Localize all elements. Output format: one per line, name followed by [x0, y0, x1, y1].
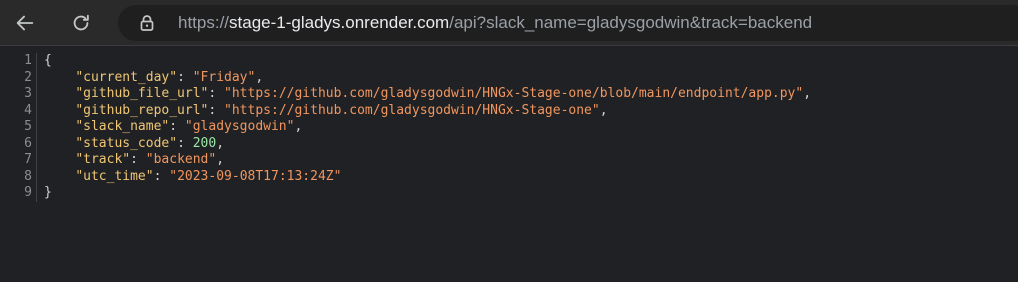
- json-comma: ,: [599, 102, 608, 118]
- url-scheme: https://: [178, 13, 230, 32]
- url-text[interactable]: https://stage-1-gladys.onrender.com/api?…: [178, 13, 812, 33]
- json-separator: :: [208, 86, 225, 101]
- json-value: 200: [192, 135, 217, 151]
- gutter-divider: [36, 168, 44, 185]
- json-separator: :: [208, 102, 225, 118]
- json-comma: ,: [255, 69, 264, 85]
- gutter-divider: [36, 119, 44, 136]
- gutter-divider: [36, 185, 44, 202]
- code-content: "slack_name": "gladysgodwin",: [44, 119, 302, 136]
- line-number: 1: [24, 53, 32, 68]
- reload-icon: [73, 14, 89, 31]
- address-bar[interactable]: https://stage-1-gladys.onrender.com/api?…: [118, 5, 1018, 41]
- code-line: 2 "current_day": "Friday",: [0, 69, 1018, 87]
- json-separator: :: [177, 69, 193, 85]
- close-brace: }: [44, 185, 52, 200]
- line-number: 8: [24, 168, 32, 184]
- arrow-left-icon: [16, 15, 34, 31]
- code-content: "status_code": 200,: [44, 136, 224, 153]
- json-key: "github_file_url": [75, 86, 209, 101]
- json-value: "https://github.com/gladysgodwin/HNGx-St…: [224, 102, 600, 118]
- json-comma: ,: [294, 119, 303, 134]
- code-content: {: [44, 53, 52, 70]
- line-number: 4: [24, 102, 32, 118]
- line-number: 5: [24, 119, 32, 134]
- code-line: 5 "slack_name": "gladysgodwin",: [0, 119, 1018, 136]
- url-host: stage-1-gladys.onrender.com: [229, 13, 450, 32]
- line-number: 7: [24, 152, 32, 167]
- gutter-divider: [36, 53, 44, 70]
- json-key: "status_code": [75, 135, 178, 151]
- code-content: "track": "backend",: [44, 152, 224, 169]
- code-line: 1{: [0, 53, 1018, 70]
- json-comma: ,: [803, 86, 812, 101]
- code-content: "current_day": "Friday",: [44, 70, 263, 87]
- gutter-divider: [36, 152, 44, 169]
- gutter-divider: [36, 135, 44, 152]
- code-content: "github_repo_url": "https://github.com/g…: [44, 102, 608, 120]
- json-viewer: 1{2 "current_day": "Friday", 3 "github_fi…: [0, 53, 1018, 202]
- json-value: "backend": [145, 152, 217, 167]
- json-key: "current_day": [75, 69, 178, 85]
- reload-button[interactable]: [65, 7, 97, 39]
- json-value: "Friday": [192, 69, 256, 85]
- line-number: 2: [24, 69, 32, 85]
- code-content: }: [44, 185, 52, 202]
- code-line: 7 "track": "backend",: [0, 152, 1018, 169]
- code-line: 3 "github_file_url": "https://github.com…: [0, 86, 1018, 103]
- open-brace: {: [44, 53, 52, 68]
- json-comma: ,: [216, 135, 225, 151]
- browser-toolbar: https://stage-1-gladys.onrender.com/api?…: [0, 0, 1018, 46]
- code-content: "github_file_url": "https://github.com/g…: [44, 86, 811, 103]
- json-comma: ,: [216, 152, 225, 167]
- url-path: /api?slack_name=gladysgodwin&track=backe…: [449, 13, 813, 32]
- line-number: 3: [24, 86, 32, 101]
- code-content: "utc_time": "2023-09-08T17:13:24Z": [44, 169, 341, 186]
- json-value: "https://github.com/gladysgodwin/HNGx-St…: [224, 86, 804, 101]
- json-value: "gladysgodwin": [184, 119, 295, 134]
- line-number: 9: [24, 185, 32, 200]
- json-key: "utc_time": [75, 168, 154, 184]
- back-button[interactable]: [9, 7, 41, 39]
- code-line: 6 "status_code": 200,: [0, 135, 1018, 153]
- gutter-divider: [36, 102, 44, 119]
- site-info-icon[interactable]: [138, 14, 156, 32]
- code-line: 8 "utc_time": "2023-09-08T17:13:24Z": [0, 168, 1018, 186]
- line-number: 6: [24, 135, 32, 151]
- gutter-divider: [36, 69, 44, 86]
- json-separator: :: [153, 168, 170, 184]
- json-key: "track": [75, 152, 131, 167]
- json-separator: :: [169, 119, 185, 134]
- json-separator: :: [130, 152, 146, 167]
- code-line: 4 "github_repo_url": "https://github.com…: [0, 102, 1018, 120]
- gutter-divider: [36, 86, 44, 103]
- json-value: "2023-09-08T17:13:24Z": [169, 168, 342, 184]
- json-key: "github_repo_url": [75, 102, 209, 118]
- json-separator: :: [177, 135, 193, 151]
- json-key: "slack_name": [75, 119, 170, 134]
- code-line: 9}: [0, 185, 1018, 202]
